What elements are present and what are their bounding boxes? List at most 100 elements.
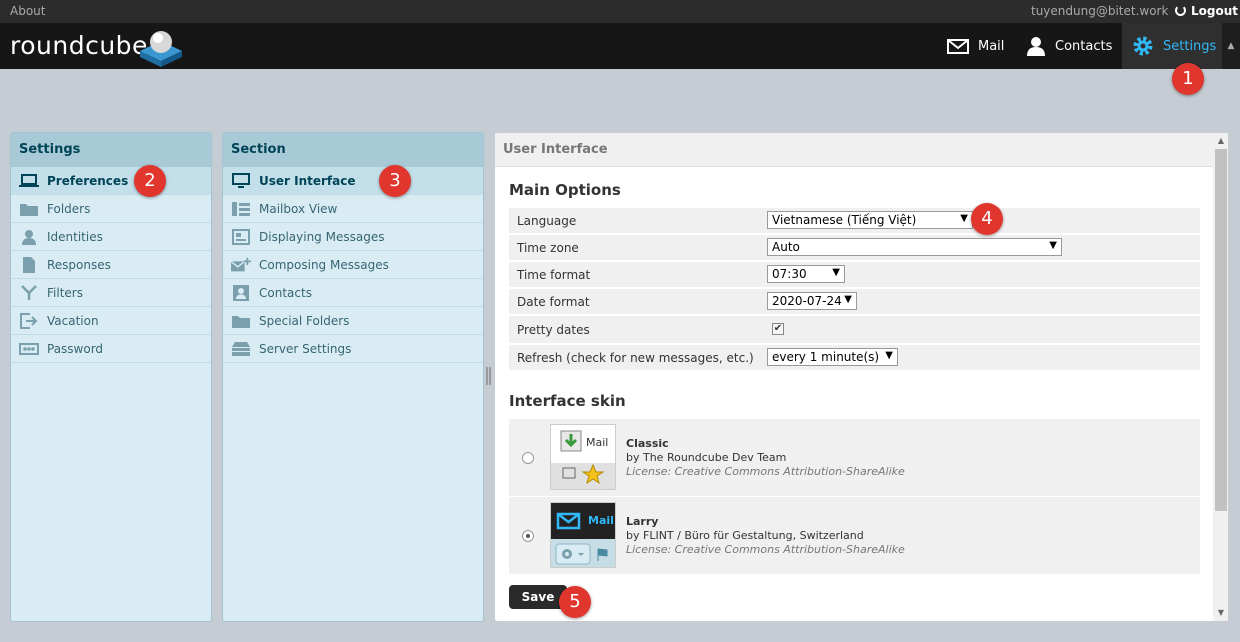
logout-button[interactable]: Logout xyxy=(1175,4,1238,18)
section-item-label: Contacts xyxy=(259,285,312,300)
refresh-value: every 1 minute(s) xyxy=(772,350,880,364)
user-email: tuyendung@bitet.work xyxy=(1031,4,1169,18)
section-panel-title: Section xyxy=(223,133,483,167)
section-item-contacts[interactable]: Contacts xyxy=(223,279,483,307)
envelope-icon xyxy=(947,38,969,54)
folder-icon xyxy=(19,201,39,217)
section-item-mailbox-view[interactable]: Mailbox View xyxy=(223,195,483,223)
time-format-row: Time format 07:30 ▼ xyxy=(509,262,1200,287)
pretty-dates-checkbox[interactable]: ✔ xyxy=(772,323,784,335)
step-badge-1: 1 xyxy=(1172,63,1204,95)
dropdown-arrow-icon: ▼ xyxy=(1049,240,1057,251)
laptop-icon xyxy=(19,173,39,189)
save-button[interactable]: Save xyxy=(509,585,567,609)
skin-option-classic[interactable]: Mail Classic by The Roundcube Dev Team L… xyxy=(509,419,1200,496)
nav-contacts[interactable]: Contacts xyxy=(1026,23,1112,69)
content-scrollbar[interactable]: ▲ ▼ xyxy=(1213,133,1228,621)
section-item-user-interface[interactable]: User Interface xyxy=(223,167,483,195)
scroll-up-icon[interactable]: ▲ xyxy=(1213,133,1228,149)
section-item-label: Server Settings xyxy=(259,341,352,356)
skin-name: Classic xyxy=(626,437,669,450)
skin-thumbnail-larry: Mail xyxy=(550,502,616,568)
section-item-special-folders[interactable]: Special Folders xyxy=(223,307,483,335)
nav-settings[interactable]: Settings xyxy=(1122,23,1222,69)
settings-panel: Settings Preferences Folders Identities … xyxy=(10,132,212,622)
section-item-composing-messages[interactable]: Composing Messages xyxy=(223,251,483,279)
step-badge-5: 5 xyxy=(559,586,591,618)
timezone-select[interactable]: Auto ▼ xyxy=(767,238,1062,256)
folder-icon xyxy=(231,313,251,329)
top-line: About tuyendung@bitet.work Logout xyxy=(0,0,1240,23)
time-format-select[interactable]: 07:30 ▼ xyxy=(767,265,845,283)
step-badge-4: 4 xyxy=(971,203,1003,235)
timezone-label: Time zone xyxy=(517,241,579,255)
timezone-row: Time zone Auto ▼ xyxy=(509,235,1200,260)
classic-preview-icon xyxy=(551,430,615,489)
scroll-thumb[interactable] xyxy=(1215,149,1227,511)
time-format-value: 07:30 xyxy=(772,267,807,281)
settings-item-filters[interactable]: Filters xyxy=(11,279,211,307)
scroll-down-icon[interactable]: ▼ xyxy=(1213,605,1228,621)
dropdown-arrow-icon: ▼ xyxy=(885,350,893,361)
step-badge-3: 3 xyxy=(379,165,411,197)
skin-license: License: Creative Commons Attribution-Sh… xyxy=(626,543,905,556)
monitor-icon xyxy=(231,172,251,189)
settings-item-preferences[interactable]: Preferences xyxy=(11,167,211,195)
settings-item-identities[interactable]: Identities xyxy=(11,223,211,251)
logo-text: roundcube xyxy=(10,31,148,60)
exit-icon xyxy=(19,312,39,329)
language-label: Language xyxy=(517,214,577,228)
skin-thumbnail-classic: Mail xyxy=(550,424,616,490)
skin-author: by FLINT / Büro für Gestaltung, Switzerl… xyxy=(626,529,864,542)
password-icon xyxy=(19,341,39,357)
settings-item-vacation[interactable]: Vacation xyxy=(11,307,211,335)
section-item-displaying-messages[interactable]: Displaying Messages xyxy=(223,223,483,251)
nav-contacts-label: Contacts xyxy=(1055,38,1113,54)
dropdown-arrow-icon: ▼ xyxy=(832,267,840,278)
classic-thumb-label: Mail xyxy=(586,436,609,449)
settings-item-label: Folders xyxy=(47,201,91,216)
section-item-label: Special Folders xyxy=(259,313,350,328)
nav-mail[interactable]: Mail xyxy=(947,23,1004,69)
larry-preview-icon xyxy=(551,503,615,567)
pretty-dates-label: Pretty dates xyxy=(517,323,590,337)
header-bar: roundcube Mail Contacts Settings ▲ xyxy=(0,23,1240,69)
refresh-select[interactable]: every 1 minute(s) ▼ xyxy=(767,348,898,366)
gear-icon xyxy=(1133,36,1153,56)
power-icon xyxy=(1175,5,1186,16)
filter-icon xyxy=(19,284,39,301)
logout-label: Logout xyxy=(1191,4,1239,18)
skin-radio-classic[interactable] xyxy=(522,452,534,464)
nav-settings-label: Settings xyxy=(1163,38,1217,54)
date-format-select[interactable]: 2020-07-24 ▼ xyxy=(767,292,857,310)
skin-option-larry[interactable]: Mail Larry by FLINT / Büro für Gestaltun… xyxy=(509,497,1200,574)
section-item-label: User Interface xyxy=(259,173,356,188)
settings-panel-title: Settings xyxy=(11,133,211,167)
step-badge-2: 2 xyxy=(134,165,166,197)
section-item-server-settings[interactable]: Server Settings xyxy=(223,335,483,363)
larry-thumb-label: Mail xyxy=(588,514,614,527)
settings-item-password[interactable]: Password xyxy=(11,335,211,363)
collapse-header-button[interactable]: ▲ xyxy=(1222,23,1240,69)
roundcube-logo-icon xyxy=(140,31,182,67)
panel-splitter[interactable] xyxy=(486,367,491,385)
section-item-label: Composing Messages xyxy=(259,257,389,272)
skin-radio-larry[interactable] xyxy=(522,530,534,542)
main-options-heading: Main Options xyxy=(509,181,621,199)
language-select[interactable]: Vietnamese (Tiếng Việt) ▼ xyxy=(767,211,973,229)
section-item-label: Displaying Messages xyxy=(259,229,385,244)
dropdown-arrow-icon: ▼ xyxy=(960,213,968,224)
settings-item-label: Preferences xyxy=(47,173,129,188)
main-options-table: Language Vietnamese (Tiếng Việt) ▼ Time z… xyxy=(509,208,1200,372)
person-icon xyxy=(19,229,39,245)
about-link[interactable]: About xyxy=(10,4,45,18)
interface-skin-heading: Interface skin xyxy=(509,392,626,410)
settings-item-folders[interactable]: Folders xyxy=(11,195,211,223)
settings-item-responses[interactable]: Responses xyxy=(11,251,211,279)
preferences-content: User Interface Main Options Language Vie… xyxy=(494,132,1229,622)
settings-item-label: Identities xyxy=(47,229,103,244)
settings-item-label: Password xyxy=(47,341,104,356)
compose-icon xyxy=(231,257,251,273)
document-icon xyxy=(19,256,39,273)
date-format-value: 2020-07-24 xyxy=(772,294,842,308)
